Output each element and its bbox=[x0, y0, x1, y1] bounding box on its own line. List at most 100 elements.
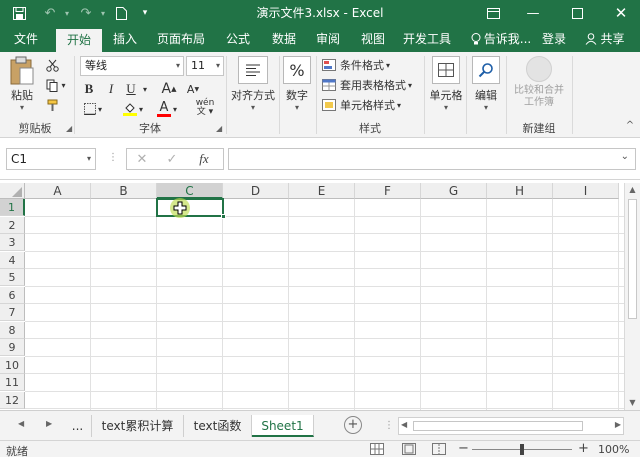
scroll-left-icon[interactable]: ◀ bbox=[401, 420, 407, 429]
normal-view-icon[interactable] bbox=[370, 443, 384, 455]
tab-page-layout[interactable]: 页面布局 bbox=[152, 26, 210, 52]
zoom-out-button[interactable]: − bbox=[458, 441, 469, 456]
name-box-dropdown-icon[interactable]: ▾ bbox=[87, 149, 91, 169]
share-button[interactable]: 共享 bbox=[574, 26, 636, 52]
scroll-up-icon[interactable]: ▲ bbox=[625, 183, 640, 197]
row-header-10[interactable]: 10 bbox=[0, 356, 25, 374]
tab-home[interactable]: 开始 bbox=[56, 29, 102, 52]
grow-font-button[interactable]: A ▲ bbox=[160, 80, 178, 98]
new-file-icon[interactable] bbox=[112, 0, 130, 26]
number-format-button[interactable]: % 数字 ▾ bbox=[282, 56, 312, 112]
font-color-button[interactable]: A ▾ bbox=[152, 100, 182, 118]
font-size-dropdown-icon[interactable]: ▾ bbox=[216, 57, 220, 75]
tab-formulas[interactable]: 公式 bbox=[220, 26, 256, 52]
row-header-2[interactable]: 2 bbox=[0, 216, 25, 234]
editing-button[interactable]: 编辑 ▾ bbox=[470, 56, 502, 112]
fill-color-button[interactable]: ▾ bbox=[118, 100, 148, 118]
zoom-slider-thumb[interactable] bbox=[520, 444, 524, 455]
vertical-scroll-thumb[interactable] bbox=[628, 199, 637, 319]
horizontal-scrollbar[interactable]: ◀ ▶ bbox=[398, 417, 624, 435]
copy-icon[interactable]: ▾ bbox=[42, 76, 70, 94]
column-header-b[interactable]: B bbox=[91, 183, 157, 199]
alignment-button[interactable]: 对齐方式 ▾ bbox=[230, 56, 276, 112]
undo-icon[interactable]: ↶ bbox=[40, 0, 60, 26]
scroll-down-icon[interactable]: ▼ bbox=[625, 396, 640, 410]
customize-qat-icon[interactable]: ▾ bbox=[138, 0, 152, 26]
column-header-h[interactable]: H bbox=[487, 183, 553, 199]
insert-function-icon[interactable]: fx bbox=[187, 151, 221, 167]
underline-button[interactable]: U bbox=[122, 80, 140, 98]
column-header-a[interactable]: A bbox=[25, 183, 91, 199]
row-header-9[interactable]: 9 bbox=[0, 339, 25, 356]
shrink-font-button[interactable]: A ▼ bbox=[184, 80, 202, 98]
restore-icon[interactable] bbox=[560, 0, 594, 26]
compare-merge-workbooks-button[interactable]: 比较和合并工作簿 bbox=[510, 56, 568, 109]
fill-handle[interactable] bbox=[221, 214, 226, 219]
sheet-tab-active[interactable]: Sheet1 bbox=[252, 415, 314, 437]
next-sheet-icon[interactable]: ▶ bbox=[46, 419, 52, 428]
redo-icon[interactable]: ↷ bbox=[76, 0, 96, 26]
bold-button[interactable]: B bbox=[80, 80, 98, 98]
tab-developer[interactable]: 开发工具 bbox=[398, 26, 456, 52]
redo-dropdown-icon[interactable]: ▾ bbox=[98, 0, 108, 26]
row-header-12[interactable]: 12 bbox=[0, 391, 25, 409]
row-header-7[interactable]: 7 bbox=[0, 304, 25, 321]
undo-dropdown-icon[interactable]: ▾ bbox=[62, 0, 72, 26]
column-header-e[interactable]: E bbox=[289, 183, 355, 199]
minimize-icon[interactable]: — bbox=[516, 0, 550, 26]
tab-file[interactable]: 文件 bbox=[4, 26, 48, 52]
row-header-5[interactable]: 5 bbox=[0, 269, 25, 286]
ribbon-display-options-icon[interactable] bbox=[476, 0, 510, 26]
login-link[interactable]: 登录 bbox=[538, 26, 570, 52]
column-header-d[interactable]: D bbox=[223, 183, 289, 199]
zoom-level[interactable]: 100% bbox=[598, 443, 629, 456]
tab-insert[interactable]: 插入 bbox=[106, 26, 144, 52]
tab-data[interactable]: 数据 bbox=[264, 26, 304, 52]
font-size-combo[interactable]: 11 ▾ bbox=[186, 56, 224, 76]
save-icon[interactable] bbox=[8, 0, 30, 26]
close-icon[interactable]: ✕ bbox=[604, 0, 638, 26]
worksheet-grid[interactable]: ABCDEFGHI 1 2 3 4 5 6 7 8 9 10 11 12 ▲ ▼ bbox=[0, 180, 640, 410]
font-launcher-icon[interactable]: ◢ bbox=[216, 124, 222, 133]
tab-splitter-icon[interactable]: ⋮ bbox=[384, 420, 394, 431]
sheet-tab[interactable]: text函数 bbox=[184, 415, 252, 437]
formula-input[interactable]: ⌄ bbox=[228, 148, 636, 170]
phonetic-guide-button[interactable]: wén 文 ▾ bbox=[190, 98, 220, 118]
format-painter-icon[interactable] bbox=[42, 96, 62, 114]
paste-dropdown-icon[interactable]: ▾ bbox=[6, 103, 38, 112]
collapse-ribbon-icon[interactable]: ^ bbox=[624, 118, 636, 132]
add-sheet-icon[interactable]: + bbox=[344, 416, 362, 434]
page-break-view-icon[interactable] bbox=[432, 443, 446, 455]
column-header-c[interactable]: C bbox=[157, 183, 223, 199]
row-header-11[interactable]: 11 bbox=[0, 374, 25, 391]
page-layout-view-icon[interactable] bbox=[402, 443, 416, 455]
active-cell[interactable] bbox=[156, 198, 224, 217]
tab-review[interactable]: 审阅 bbox=[310, 26, 346, 52]
paste-button[interactable]: 粘贴 ▾ bbox=[6, 56, 38, 112]
expand-formula-bar-icon[interactable]: ⌄ bbox=[621, 151, 629, 162]
underline-dropdown-icon[interactable]: ▾ bbox=[140, 80, 150, 98]
more-sheets-button[interactable]: ... bbox=[64, 415, 92, 437]
column-header-g[interactable]: G bbox=[421, 183, 487, 199]
column-header-i[interactable]: I bbox=[553, 183, 619, 199]
clipboard-launcher-icon[interactable]: ◢ bbox=[66, 124, 72, 133]
cancel-icon[interactable]: ✕ bbox=[127, 152, 157, 167]
font-name-dropdown-icon[interactable]: ▾ bbox=[176, 57, 180, 75]
prev-sheet-icon[interactable]: ◀ bbox=[18, 419, 24, 428]
row-header-4[interactable]: 4 bbox=[0, 251, 25, 269]
font-name-combo[interactable]: 等线 ▾ bbox=[80, 56, 184, 76]
conditional-formatting-button[interactable]: 条件格式 ▾ bbox=[322, 56, 418, 74]
scroll-right-icon[interactable]: ▶ bbox=[615, 420, 621, 429]
row-header-1[interactable]: 1 bbox=[0, 199, 25, 216]
row-header-3[interactable]: 3 bbox=[0, 234, 25, 251]
cell-styles-button[interactable]: 单元格样式 ▾ bbox=[322, 96, 418, 114]
italic-button[interactable]: I bbox=[102, 80, 120, 98]
formula-bar-splitter-icon[interactable]: ⋮ bbox=[108, 152, 118, 163]
vertical-scrollbar[interactable]: ▲ ▼ bbox=[624, 183, 640, 410]
cells-button[interactable]: 单元格 ▾ bbox=[428, 56, 464, 112]
tab-view[interactable]: 视图 bbox=[354, 26, 392, 52]
horizontal-scroll-thumb[interactable] bbox=[413, 421, 583, 431]
name-box[interactable]: C1 ▾ bbox=[6, 148, 96, 170]
borders-button[interactable]: ▾ bbox=[80, 100, 106, 118]
sheet-tab[interactable]: text累积计算 bbox=[92, 415, 184, 437]
